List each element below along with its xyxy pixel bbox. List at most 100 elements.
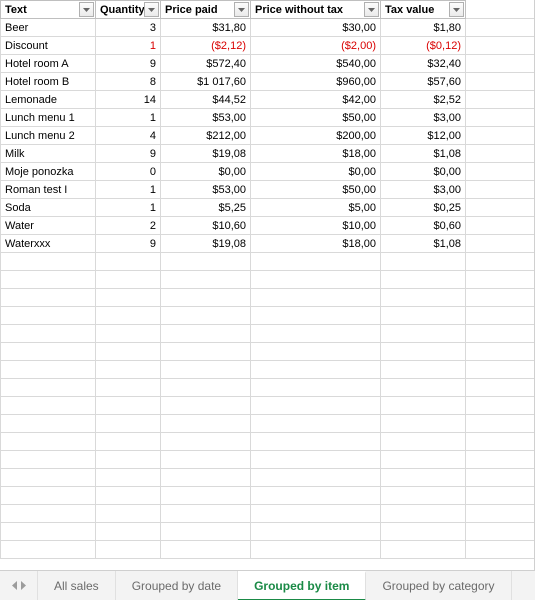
empty-cell[interactable]: [466, 505, 535, 523]
item-name-cell[interactable]: Lemonade: [1, 91, 96, 109]
empty-cell[interactable]: [1, 451, 96, 469]
item-name-cell[interactable]: Hotel room B: [1, 73, 96, 91]
empty-cell[interactable]: [381, 271, 466, 289]
empty-cell[interactable]: [466, 271, 535, 289]
empty-cell[interactable]: [96, 397, 161, 415]
empty-cell[interactable]: [251, 451, 381, 469]
empty-cell[interactable]: [1, 523, 96, 541]
column-header[interactable]: Text: [1, 1, 96, 19]
column-header[interactable]: Quantity: [96, 1, 161, 19]
empty-cell[interactable]: [161, 253, 251, 271]
empty-cell[interactable]: [161, 451, 251, 469]
value-cell[interactable]: 8: [96, 73, 161, 91]
empty-cell[interactable]: [96, 325, 161, 343]
empty-row[interactable]: [1, 343, 535, 361]
empty-cell[interactable]: [466, 145, 535, 163]
item-name-cell[interactable]: Lunch menu 2: [1, 127, 96, 145]
empty-cell[interactable]: [466, 253, 535, 271]
item-name-cell[interactable]: Water: [1, 217, 96, 235]
empty-cell[interactable]: [466, 109, 535, 127]
column-header[interactable]: Price without tax: [251, 1, 381, 19]
value-cell[interactable]: 0: [96, 163, 161, 181]
sheet-tab[interactable]: All sales: [38, 571, 116, 600]
value-cell[interactable]: $540,00: [251, 55, 381, 73]
empty-cell[interactable]: [161, 343, 251, 361]
value-cell[interactable]: $44,52: [161, 91, 251, 109]
empty-cell[interactable]: [381, 541, 466, 559]
empty-cell[interactable]: [381, 397, 466, 415]
value-cell[interactable]: 2: [96, 217, 161, 235]
value-cell[interactable]: $3,00: [381, 109, 466, 127]
empty-cell[interactable]: [466, 199, 535, 217]
empty-cell[interactable]: [251, 271, 381, 289]
empty-cell[interactable]: [1, 487, 96, 505]
empty-cell[interactable]: [381, 379, 466, 397]
empty-cell[interactable]: [161, 469, 251, 487]
empty-cell[interactable]: [96, 541, 161, 559]
value-cell[interactable]: $18,00: [251, 145, 381, 163]
value-cell[interactable]: $42,00: [251, 91, 381, 109]
empty-cell[interactable]: [381, 469, 466, 487]
empty-cell[interactable]: [466, 217, 535, 235]
value-cell[interactable]: 4: [96, 127, 161, 145]
empty-cell[interactable]: [381, 325, 466, 343]
empty-cell[interactable]: [96, 289, 161, 307]
empty-cell[interactable]: [466, 289, 535, 307]
empty-cell[interactable]: [96, 307, 161, 325]
empty-cell[interactable]: [466, 37, 535, 55]
item-name-cell[interactable]: Roman test I: [1, 181, 96, 199]
value-cell[interactable]: 1: [96, 199, 161, 217]
value-cell[interactable]: $32,40: [381, 55, 466, 73]
empty-cell[interactable]: [466, 55, 535, 73]
empty-row[interactable]: [1, 451, 535, 469]
empty-cell[interactable]: [466, 73, 535, 91]
value-cell[interactable]: $50,00: [251, 109, 381, 127]
value-cell[interactable]: $0,00: [381, 163, 466, 181]
filter-dropdown-icon[interactable]: [79, 2, 94, 17]
table-row[interactable]: Soda1$5,25$5,00$0,25: [1, 199, 535, 217]
empty-cell[interactable]: [1, 253, 96, 271]
table-row[interactable]: Roman test I1$53,00$50,00$3,00: [1, 181, 535, 199]
empty-cell[interactable]: [1, 307, 96, 325]
filter-dropdown-icon[interactable]: [364, 2, 379, 17]
empty-cell[interactable]: [251, 397, 381, 415]
empty-cell[interactable]: [1, 433, 96, 451]
empty-cell[interactable]: [1, 361, 96, 379]
empty-cell[interactable]: [1, 397, 96, 415]
column-header[interactable]: Tax value: [381, 1, 466, 19]
value-cell[interactable]: 14: [96, 91, 161, 109]
value-cell[interactable]: 1: [96, 181, 161, 199]
table-row[interactable]: Hotel room B8$1 017,60$960,00$57,60: [1, 73, 535, 91]
value-cell[interactable]: ($2,12): [161, 37, 251, 55]
empty-cell[interactable]: [251, 289, 381, 307]
empty-cell[interactable]: [381, 343, 466, 361]
empty-cell[interactable]: [466, 433, 535, 451]
value-cell[interactable]: $19,08: [161, 145, 251, 163]
empty-cell[interactable]: [1, 469, 96, 487]
empty-cell[interactable]: [466, 415, 535, 433]
value-cell[interactable]: $53,00: [161, 109, 251, 127]
table-row[interactable]: Waterxxx9$19,08$18,00$1,08: [1, 235, 535, 253]
empty-cell[interactable]: [251, 505, 381, 523]
value-cell[interactable]: $10,60: [161, 217, 251, 235]
table-row[interactable]: Lunch menu 11$53,00$50,00$3,00: [1, 109, 535, 127]
empty-cell[interactable]: [251, 361, 381, 379]
empty-cell[interactable]: [96, 343, 161, 361]
empty-cell[interactable]: [466, 181, 535, 199]
item-name-cell[interactable]: Hotel room A: [1, 55, 96, 73]
empty-cell[interactable]: [466, 451, 535, 469]
value-cell[interactable]: $1,80: [381, 19, 466, 37]
table-row[interactable]: Beer3$31,80$30,00$1,80: [1, 19, 535, 37]
spreadsheet-grid[interactable]: TextQuantityPrice paidPrice without taxT…: [0, 0, 535, 570]
filter-dropdown-icon[interactable]: [449, 2, 464, 17]
empty-cell[interactable]: [1, 541, 96, 559]
empty-cell[interactable]: [251, 379, 381, 397]
empty-cell[interactable]: [1, 415, 96, 433]
value-cell[interactable]: $200,00: [251, 127, 381, 145]
empty-cell[interactable]: [251, 253, 381, 271]
table-row[interactable]: Water2$10,60$10,00$0,60: [1, 217, 535, 235]
table-row[interactable]: Moje ponozka0$0,00$0,00$0,00: [1, 163, 535, 181]
item-name-cell[interactable]: Moje ponozka: [1, 163, 96, 181]
value-cell[interactable]: 9: [96, 55, 161, 73]
empty-cell[interactable]: [251, 415, 381, 433]
